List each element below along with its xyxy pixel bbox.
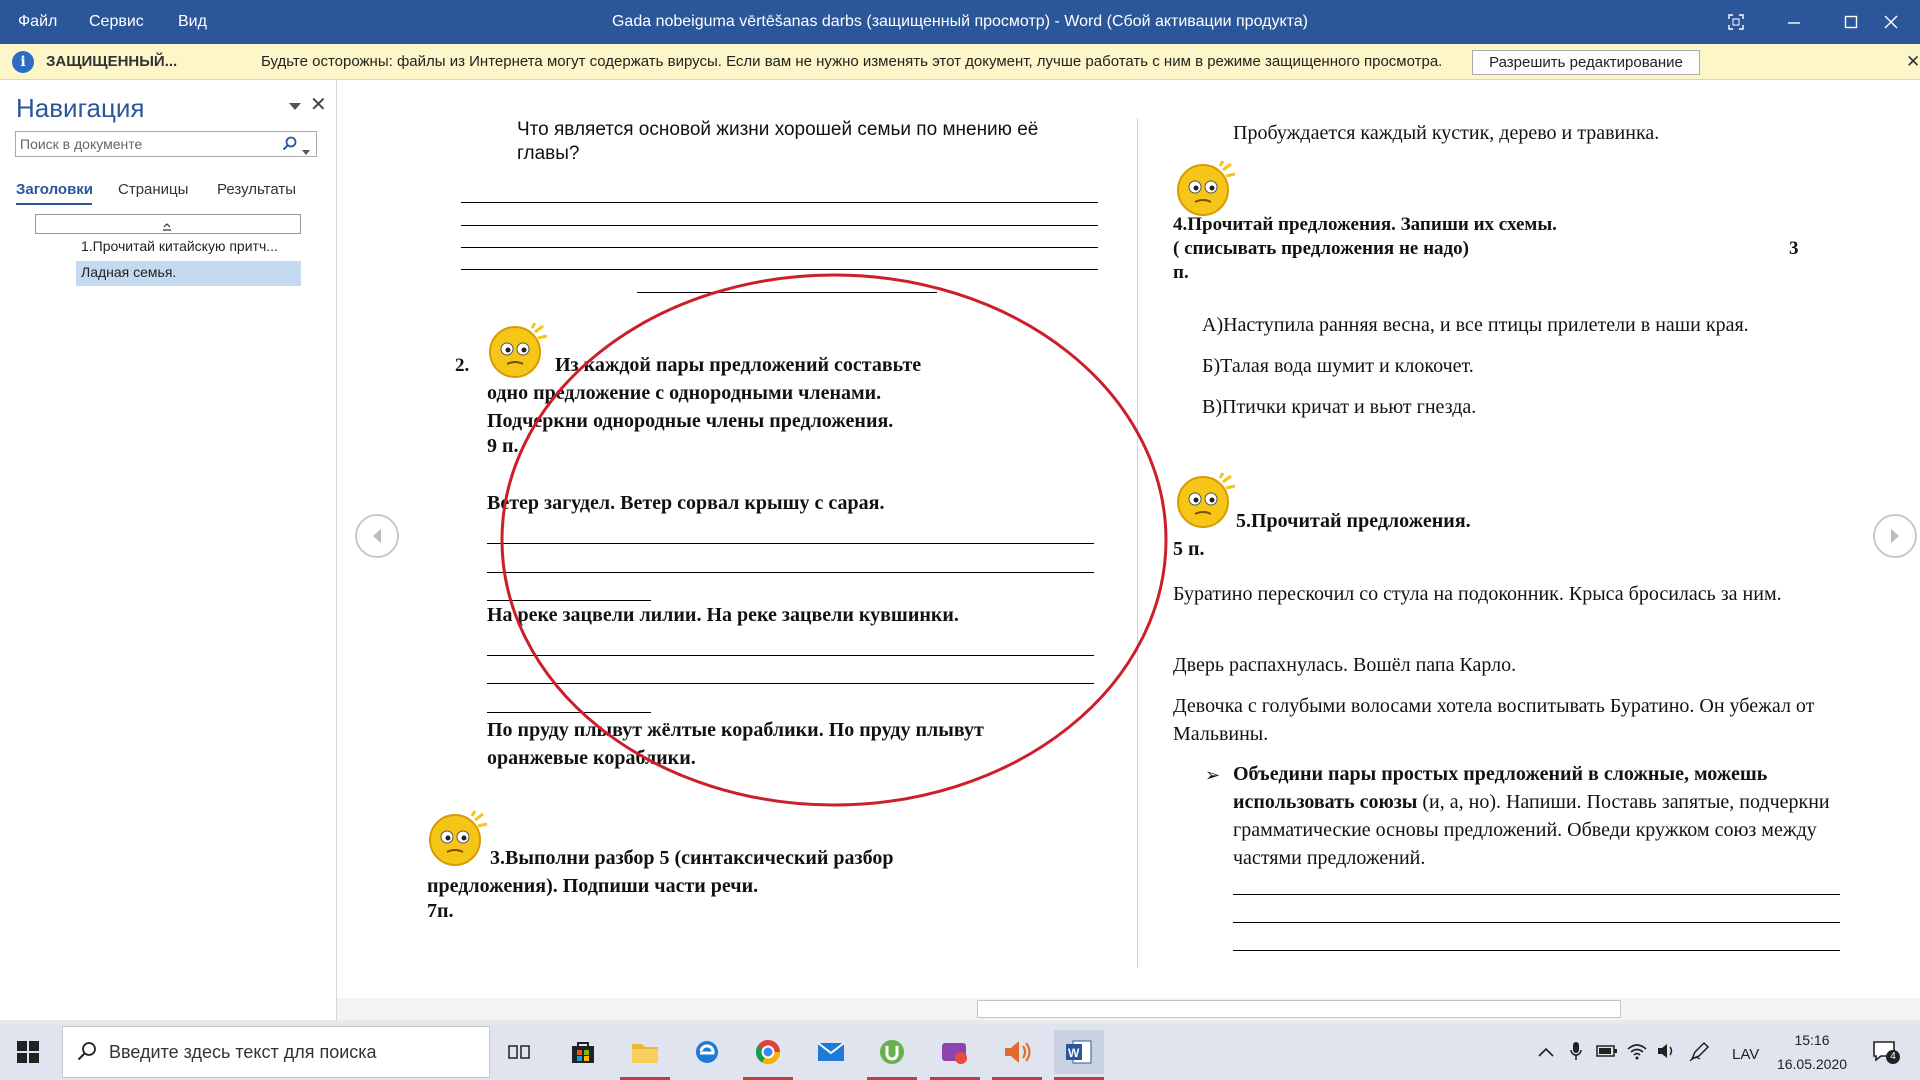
window-title: Gada nobeiguma vērtēšanas darbs (защищен…	[611, 13, 1309, 30]
document-area[interactable]: Что является основой жизни хорошей семьи…	[337, 80, 1920, 1020]
nav-search-placeholder: Поиск в документе	[20, 136, 143, 152]
task4-title: 4.Прочитай предложения. Запиши их схемы.	[1173, 214, 1557, 235]
protected-message: Будьте осторожны: файлы из Интернета мог…	[261, 53, 1443, 70]
tab-results[interactable]: Результаты	[217, 181, 296, 198]
navigation-pane: Навигация ✕ Поиск в документе Заголовки …	[0, 80, 337, 1020]
collapse-up-icon	[163, 218, 171, 236]
paragraph: Девочка с голубыми волосами хотела воспи…	[1173, 695, 1815, 745]
close-bar-icon[interactable]: ✕	[1906, 52, 1920, 72]
edge-icon[interactable]	[682, 1030, 732, 1074]
task4-points-unit: п.	[1173, 262, 1189, 283]
annotation-circle	[500, 273, 1168, 807]
battery-icon[interactable]	[1596, 1044, 1618, 1063]
paragraph: Буратино перескочил со стула на подоконн…	[1173, 583, 1782, 605]
title-bar: Gada nobeiguma vērtēšanas darbs (защищен…	[0, 0, 1920, 44]
search-icon[interactable]	[282, 136, 298, 157]
word-icon[interactable]: W	[1054, 1030, 1104, 1080]
sentence-item: В)Птички кричат и вьют гнезда.	[1202, 396, 1477, 418]
next-page-button[interactable]	[1873, 514, 1917, 558]
notifications-icon[interactable]: 4	[1872, 1040, 1900, 1067]
previous-page-button[interactable]	[355, 514, 399, 558]
minimize-icon[interactable]	[1765, 0, 1823, 44]
task4-points-num: 3	[1789, 238, 1799, 259]
task4-subtitle: ( списывать предложения не надо)	[1173, 238, 1469, 259]
clock-date[interactable]: 16.05.2020	[1771, 1056, 1853, 1072]
nav-heading-item-selected[interactable]: Ладная семья.	[76, 261, 301, 286]
arrow-bullet-icon: ➢	[1205, 765, 1221, 785]
nav-close-icon[interactable]: ✕	[310, 92, 327, 117]
info-icon: i	[12, 51, 34, 73]
windows-start-icon[interactable]	[17, 1041, 39, 1068]
tab-headings-underline	[16, 203, 92, 205]
answer-line	[1233, 894, 1840, 895]
file-explorer-icon[interactable]	[620, 1030, 670, 1080]
tab-headings[interactable]: Заголовки	[16, 181, 93, 198]
bullet-paragraph: Объедини пары простых предложений в слож…	[1233, 760, 1843, 872]
paragraph: Дверь распахнулась. Вошёл папа Карло.	[1173, 654, 1517, 676]
chevron-right-icon	[1891, 529, 1899, 543]
nav-title: Навигация	[16, 93, 145, 123]
horizontal-scrollbar[interactable]	[337, 998, 1920, 1020]
nav-options-icon[interactable]	[289, 98, 301, 116]
utorrent-icon[interactable]	[867, 1030, 917, 1080]
tab-pages[interactable]: Страницы	[118, 181, 188, 198]
nav-search-input[interactable]: Поиск в документе	[15, 131, 317, 157]
pen-icon[interactable]	[1689, 1040, 1711, 1067]
enable-editing-button[interactable]: Разрешить редактирование	[1472, 50, 1700, 75]
tray-expand-icon[interactable]	[1538, 1044, 1554, 1062]
collapse-all-bar[interactable]	[35, 214, 301, 234]
taskbar-search-placeholder: Введите здесь текст для поиска	[109, 1042, 377, 1062]
volume-icon[interactable]	[1656, 1041, 1676, 1066]
scrollbar-thumb[interactable]	[977, 1000, 1621, 1018]
microphone-icon[interactable]	[1570, 1041, 1582, 1066]
search-icon	[77, 1041, 97, 1066]
chevron-left-icon	[373, 529, 381, 543]
answer-line	[1233, 922, 1840, 923]
search-dropdown-icon[interactable]	[302, 142, 310, 160]
sentence-item: Б)Талая вода шумит и клокочет.	[1202, 355, 1474, 377]
answer-line	[1233, 950, 1840, 951]
video-app-icon[interactable]	[930, 1030, 980, 1080]
fullscreen-icon[interactable]	[1707, 0, 1765, 44]
clock-time[interactable]: 15:16	[1776, 1032, 1848, 1048]
task-view-icon[interactable]	[494, 1030, 544, 1074]
nav-heading-item[interactable]: 1.Прочитай китайскую притч...	[81, 238, 278, 254]
close-icon[interactable]	[1862, 0, 1920, 44]
protected-label: ЗАЩИЩЕННЫЙ...	[46, 53, 178, 70]
audio-app-icon[interactable]	[992, 1030, 1042, 1080]
notification-count-badge: 4	[1886, 1050, 1900, 1064]
nav-heading-item-label: Ладная семья.	[81, 264, 177, 280]
store-icon[interactable]	[558, 1030, 608, 1074]
language-indicator[interactable]: LAV	[1732, 1046, 1759, 1063]
menu-service[interactable]: Сервис	[89, 0, 144, 44]
right-top-line: Пробуждается каждый кустик, дерево и тра…	[1233, 122, 1660, 144]
protected-view-bar: i ЗАЩИЩЕННЫЙ... Будьте осторожны: файлы …	[0, 44, 1920, 80]
taskbar-search-box[interactable]: Введите здесь текст для поиска	[62, 1026, 490, 1078]
thinking-emoji-icon	[1173, 472, 1239, 535]
menu-file[interactable]: Файл	[18, 0, 57, 44]
menu-view[interactable]: Вид	[178, 0, 207, 44]
mail-icon[interactable]	[806, 1030, 856, 1074]
task5-title: 5.Прочитай предложения.	[1236, 510, 1471, 532]
svg-text:W: W	[1068, 1046, 1080, 1060]
chrome-icon[interactable]	[743, 1030, 793, 1080]
sentence-item: А)Наступила ранняя весна, и все птицы пр…	[1202, 314, 1749, 336]
task5-points: 5 п.	[1173, 538, 1205, 560]
wifi-icon[interactable]	[1627, 1042, 1647, 1065]
